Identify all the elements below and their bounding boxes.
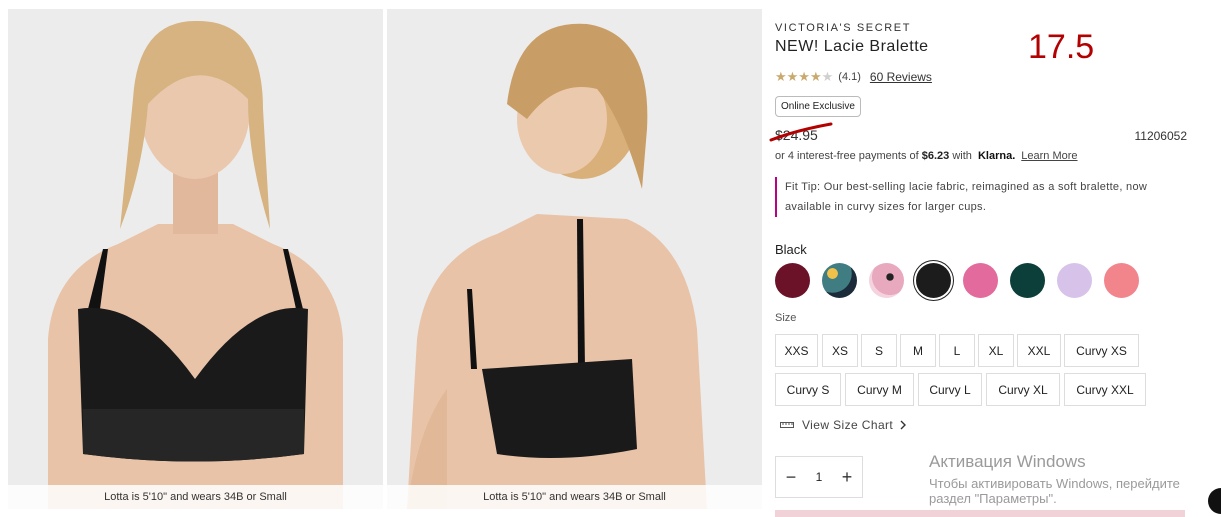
watermark-title: Активация Windows <box>929 452 1086 471</box>
size-option[interactable]: L <box>939 334 975 367</box>
swatch-teal-floral[interactable] <box>822 263 857 298</box>
product-image-back[interactable]: Lotta is 5'10" and wears 34B or Small <box>387 9 762 509</box>
color-swatches <box>775 263 1151 298</box>
filled-stars: ★★★★ <box>775 69 822 84</box>
fit-tip: Fit Tip: Our best-selling lacie fabric, … <box>775 177 1185 217</box>
size-option[interactable]: Curvy L <box>918 373 982 406</box>
model-back-illustration <box>387 9 762 509</box>
product-info-panel: VICTORIA'S SECRET NEW! Lacie Bralette 17… <box>769 0 1221 517</box>
qty-plus-button[interactable]: + <box>842 467 853 488</box>
image-caption: Lotta is 5'10" and wears 34B or Small <box>387 485 762 509</box>
brand-name: VICTORIA'S SECRET <box>775 22 912 34</box>
ruler-icon <box>780 422 794 428</box>
size-chart-label: View Size Chart <box>802 418 894 432</box>
klarna-logo: Klarna. <box>977 150 1016 162</box>
add-to-bag-button[interactable] <box>775 510 1185 517</box>
size-option[interactable]: XXL <box>1017 334 1061 367</box>
swatch-pink-floral[interactable] <box>869 263 904 298</box>
qty-minus-button[interactable]: − <box>786 467 797 488</box>
watermark-line: Чтобы активировать Windows, перейдите <box>929 476 1180 491</box>
swatch-hot-pink[interactable] <box>963 263 998 298</box>
windows-activation-watermark: Активация Windows Чтобы активировать Win… <box>929 452 1180 506</box>
size-label: Size <box>775 312 797 324</box>
klarna-payment-info: or 4 interest-free payments of $6.23 wit… <box>775 150 1078 162</box>
reviews-link[interactable]: 60 Reviews <box>870 70 932 84</box>
fit-tip-label: Fit Tip: <box>785 181 821 193</box>
view-size-chart-link[interactable]: View Size Chart <box>780 418 908 432</box>
star-rating-icon: ★★★★★ <box>775 69 833 85</box>
swatch-burgundy[interactable] <box>775 263 810 298</box>
size-option[interactable]: XL <box>978 334 1014 367</box>
quantity-stepper: − 1 + <box>775 456 863 498</box>
annotation-number: 17.5 <box>1028 28 1095 66</box>
product-title: NEW! Lacie Bralette <box>775 38 929 55</box>
rating-row: ★★★★★ (4.1) 60 Reviews <box>775 69 932 85</box>
klarna-with: with <box>949 150 975 162</box>
fit-tip-text: Our best-selling lacie fabric, reimagine… <box>785 181 1148 213</box>
size-option[interactable]: S <box>861 334 897 367</box>
online-exclusive-badge: Online Exclusive <box>775 96 861 117</box>
watermark-line: раздел "Параметры". <box>929 491 1057 506</box>
swatch-dark-green[interactable] <box>1010 263 1045 298</box>
size-option[interactable]: M <box>900 334 936 367</box>
size-option[interactable]: Curvy XL <box>986 373 1060 406</box>
qty-value[interactable]: 1 <box>816 470 823 484</box>
klarna-prefix: or 4 interest-free payments of <box>775 150 922 162</box>
klarna-amount: $6.23 <box>921 150 950 162</box>
product-image-front[interactable]: Lotta is 5'10" and wears 34B or Small <box>8 9 383 509</box>
size-option[interactable]: Curvy XXL <box>1064 373 1146 406</box>
product-sku: 11206052 <box>1134 129 1188 143</box>
image-caption: Lotta is 5'10" and wears 34B or Small <box>8 485 383 509</box>
size-option[interactable]: Curvy M <box>845 373 914 406</box>
size-option[interactable]: Curvy XS <box>1064 334 1139 367</box>
learn-more-link[interactable]: Learn More <box>1021 150 1077 162</box>
model-front-illustration <box>8 9 383 509</box>
selected-color-label: Black <box>775 242 807 257</box>
size-option[interactable]: XS <box>822 334 858 367</box>
rating-value: (4.1) <box>838 71 861 83</box>
price-strikethrough-mark <box>769 122 833 142</box>
size-option[interactable]: Curvy S <box>775 373 841 406</box>
swatch-coral-pink[interactable] <box>1104 263 1139 298</box>
size-option[interactable]: XXS <box>775 334 818 367</box>
swatch-lavender[interactable] <box>1057 263 1092 298</box>
swatch-black[interactable] <box>916 263 951 298</box>
chevron-right-icon <box>900 420 907 430</box>
product-gallery: Lotta is 5'10" and wears 34B or Small Lo… <box>0 0 770 517</box>
empty-star: ★ <box>821 69 834 84</box>
